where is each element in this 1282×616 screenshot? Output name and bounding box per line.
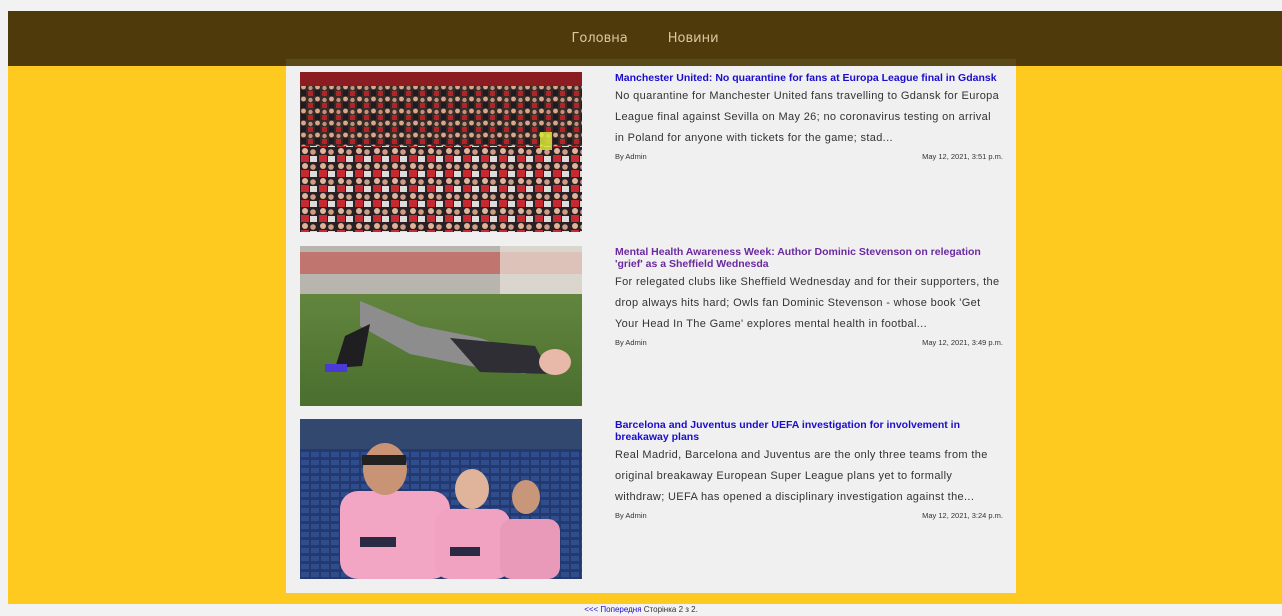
article-excerpt: Real Madrid, Barcelona and Juventus are … <box>615 449 988 503</box>
article-meta: By Admin May 12, 2021, 3:51 p.m. <box>615 152 1003 161</box>
news-list: Manchester United: No quarantine for fan… <box>286 59 1016 593</box>
article-title-link[interactable]: Mental Health Awareness Week: Author Dom… <box>615 246 1003 270</box>
page-indicator: Сторінка 2 з 2. <box>643 605 698 614</box>
news-item: Mental Health Awareness Week: Author Dom… <box>300 246 1003 406</box>
article-date: May 12, 2021, 3:49 p.m. <box>922 338 1003 347</box>
panel-shadow <box>286 59 1016 66</box>
page: Головна Новини Manchester United: No qua… <box>0 0 1282 616</box>
article-author: By Admin <box>615 338 647 347</box>
article-excerpt: For relegated clubs like Sheffield Wedne… <box>615 276 1000 330</box>
article-date: May 12, 2021, 3:51 p.m. <box>922 152 1003 161</box>
crowd-of-fans-photo <box>300 72 582 232</box>
article-excerpt: No quarantine for Manchester United fans… <box>615 90 1000 144</box>
navbar: Головна Новини <box>8 11 1282 66</box>
article-content: Barcelona and Juventus under UEFA invest… <box>615 419 1003 520</box>
prev-page-link[interactable]: <<< Попередня <box>584 605 641 614</box>
article-author: By Admin <box>615 511 647 520</box>
article-title-link[interactable]: Manchester United: No quarantine for fan… <box>615 72 1003 84</box>
news-item: Manchester United: No quarantine for fan… <box>300 72 1003 232</box>
nav-link-home[interactable]: Головна <box>571 31 627 46</box>
nav-link-news[interactable]: Новини <box>668 31 719 46</box>
player-lying-on-pitch-photo <box>300 246 582 406</box>
article-date: May 12, 2021, 3:24 p.m. <box>922 511 1003 520</box>
page-frame: Головна Новини Manchester United: No qua… <box>8 11 1282 604</box>
article-title-link[interactable]: Barcelona and Juventus under UEFA invest… <box>615 419 1003 443</box>
news-item: Barcelona and Juventus under UEFA invest… <box>300 419 1003 579</box>
article-image[interactable] <box>300 246 582 406</box>
article-image[interactable] <box>300 72 582 232</box>
article-meta: By Admin May 12, 2021, 3:49 p.m. <box>615 338 1003 347</box>
article-author: By Admin <box>615 152 647 161</box>
article-meta: By Admin May 12, 2021, 3:24 p.m. <box>615 511 1003 520</box>
pagination: <<< Попередня Сторінка 2 з 2. <box>0 604 1282 616</box>
article-image[interactable] <box>300 419 582 579</box>
article-content: Manchester United: No quarantine for fan… <box>615 72 1003 161</box>
barcelona-players-photo <box>300 419 582 579</box>
article-content: Mental Health Awareness Week: Author Dom… <box>615 246 1003 347</box>
